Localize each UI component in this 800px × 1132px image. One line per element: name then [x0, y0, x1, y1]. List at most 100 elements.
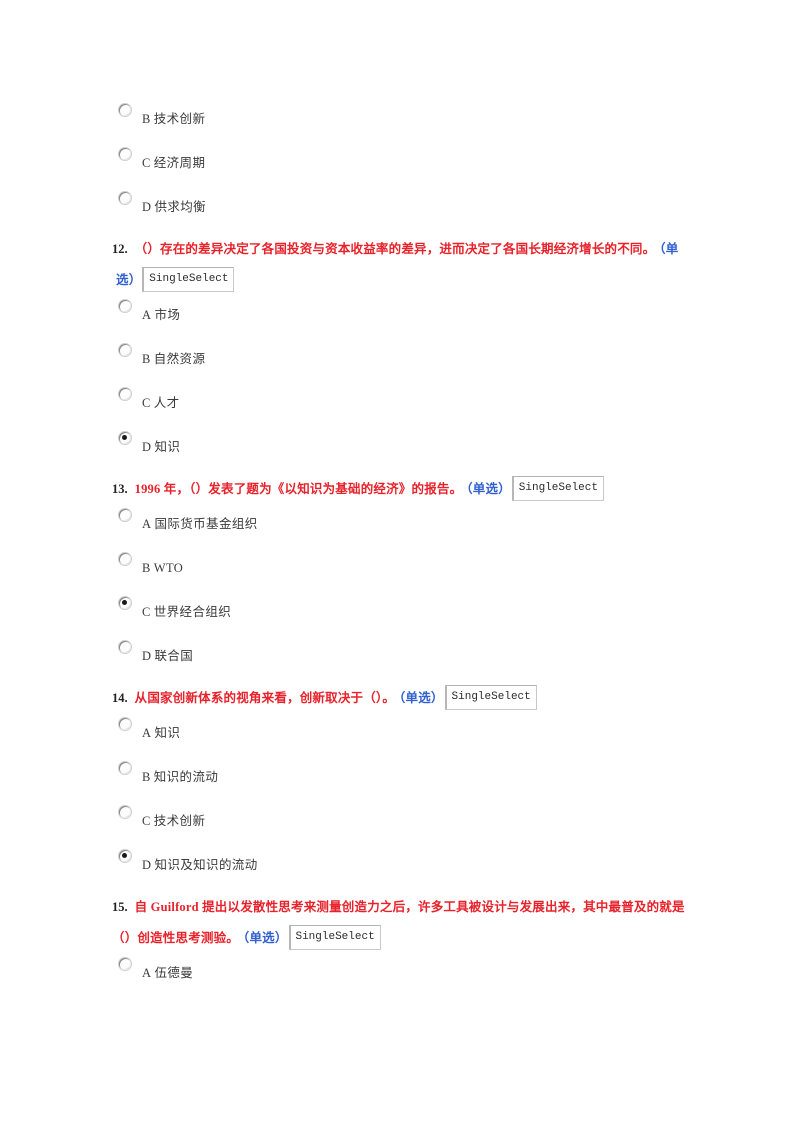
option-tag: A: [142, 308, 152, 322]
option-tag: A: [142, 966, 152, 980]
radio-icon[interactable]: [119, 388, 131, 400]
option-tag: D: [142, 649, 152, 663]
radio-icon[interactable]: [119, 344, 131, 356]
question-number: 14.: [112, 691, 128, 705]
option-text: 联合国: [154, 649, 194, 663]
single-select-control[interactable]: SingleSelect: [444, 684, 537, 710]
option-label: D 知识及知识的流动: [142, 859, 258, 872]
radio-icon[interactable]: [119, 806, 131, 818]
option-tag: A: [142, 726, 152, 740]
question-text: （）存在的差异决定了各国投资与资本收益率的差异，进而决定了各国长期经济增长的不同…: [134, 242, 656, 256]
option-label: A 国际货币基金组织: [142, 518, 258, 531]
question-type-label: 选）: [116, 273, 142, 287]
option-tag: B: [142, 561, 151, 575]
radio-icon[interactable]: [119, 192, 131, 204]
question-number: 15.: [112, 900, 128, 914]
option-label: D 供求均衡: [142, 201, 206, 214]
option-row[interactable]: D 知识: [112, 428, 692, 472]
option-group-q13: A 国际货币基金组织 B WTO C 世界经合组织 D 联合国: [112, 505, 692, 681]
quiz-page: B 技术创新 C 经济周期 D 供求均衡 12. （）存在的差异决定了各国投资与资本收益…: [0, 0, 800, 1132]
radio-icon[interactable]: [119, 958, 131, 970]
question-type-label: （单选）: [466, 482, 511, 496]
radio-icon-selected[interactable]: [119, 432, 131, 444]
single-select-control[interactable]: SingleSelect: [142, 266, 235, 292]
question-stem: 15. 自 Guilford 提出以发散性思考来测量创造力之后，许多工具被设计与发…: [112, 892, 692, 923]
option-tag: D: [142, 440, 152, 454]
option-row[interactable]: C 技术创新: [112, 802, 692, 846]
option-text: 技术创新: [153, 814, 206, 828]
radio-icon-selected[interactable]: [119, 597, 131, 609]
option-label: D 知识: [142, 441, 180, 454]
question-text: 从国家创新体系的视角来看，创新取决于（）。: [134, 691, 396, 705]
question-stem: 14. 从国家创新体系的视角来看，创新取决于（）。 （单选） SingleSelect: [112, 683, 692, 714]
radio-icon[interactable]: [119, 718, 131, 730]
option-text: 伍德曼: [154, 966, 194, 980]
option-row[interactable]: A 国际货币基金组织: [112, 505, 692, 549]
question-type-label: （单: [659, 242, 679, 256]
option-label: C 人才: [142, 397, 180, 410]
option-tag: A: [142, 517, 152, 531]
option-tag: B: [142, 112, 151, 126]
option-label: A 知识: [142, 727, 180, 740]
option-row[interactable]: D 联合国: [112, 637, 692, 681]
option-label: C 技术创新: [142, 815, 205, 828]
question-stem: 13. 1996 年，（）发表了题为《以知识为基础的经济》的报告。 （单选） Sing…: [112, 474, 692, 505]
option-row[interactable]: B 知识的流动: [112, 758, 692, 802]
option-group-q12: A 市场 B 自然资源 C 人才 D 知识: [112, 296, 692, 472]
option-text: 经济周期: [153, 156, 206, 170]
option-group-q14: A 知识 B 知识的流动 C 技术创新 D 知识及知识的流动: [112, 714, 692, 890]
option-tag: B: [142, 770, 151, 784]
option-row[interactable]: A 伍德曼: [112, 954, 692, 998]
option-tag: D: [142, 858, 152, 872]
option-text: 技术创新: [153, 112, 206, 126]
question-text: 自 Guilford 提出以发散性思考来测量创造力之后，许多工具被设计与发展出来…: [134, 900, 685, 914]
radio-icon[interactable]: [119, 300, 131, 312]
option-group-q11: B 技术创新 C 经济周期 D 供求均衡: [112, 100, 692, 232]
question-text: 1996 年，（）发表了题为《以知识为基础的经济》的报告。: [134, 482, 463, 496]
question-type-label: （单选）: [399, 691, 444, 705]
option-tag: C: [142, 396, 151, 410]
option-row[interactable]: C 人才: [112, 384, 692, 428]
radio-icon[interactable]: [119, 553, 131, 565]
option-label: A 市场: [142, 309, 180, 322]
option-tag: D: [142, 200, 152, 214]
question-number: 12.: [112, 242, 128, 256]
option-tag: C: [142, 814, 151, 828]
single-select-control[interactable]: SingleSelect: [511, 475, 604, 501]
question-number: 13.: [112, 482, 128, 496]
radio-icon[interactable]: [119, 509, 131, 521]
option-label: B WTO: [142, 562, 183, 575]
option-text: 自然资源: [153, 352, 206, 366]
option-row[interactable]: C 经济周期: [112, 144, 692, 188]
radio-icon-selected[interactable]: [119, 850, 131, 862]
option-row[interactable]: A 知识: [112, 714, 692, 758]
option-text: 世界经合组织: [153, 605, 232, 619]
option-row[interactable]: D 供求均衡: [112, 188, 692, 232]
option-row[interactable]: B 技术创新: [112, 100, 692, 144]
option-text: 知识: [154, 440, 181, 454]
option-text: 知识的流动: [153, 770, 219, 784]
option-label: B 自然资源: [142, 353, 205, 366]
question-block: 13. 1996 年，（）发表了题为《以知识为基础的经济》的报告。 （单选） Sing…: [112, 474, 692, 505]
option-row[interactable]: B WTO: [112, 549, 692, 593]
question-block: 14. 从国家创新体系的视角来看，创新取决于（）。 （单选） SingleSelect: [112, 683, 692, 714]
radio-icon[interactable]: [119, 641, 131, 653]
question-stem-continuation: 选） SingleSelect: [112, 265, 692, 296]
single-select-control[interactable]: SingleSelect: [288, 924, 381, 950]
option-text: 市场: [154, 308, 181, 322]
option-tag: B: [142, 352, 151, 366]
option-row[interactable]: D 知识及知识的流动: [112, 846, 692, 890]
radio-icon[interactable]: [119, 762, 131, 774]
option-row[interactable]: A 市场: [112, 296, 692, 340]
question-stem-continuation: （）创造性思考测验。 （单选） SingleSelect: [112, 923, 692, 954]
option-text: 供求均衡: [154, 200, 207, 214]
option-text: 知识: [154, 726, 181, 740]
option-tag: C: [142, 605, 151, 619]
radio-icon[interactable]: [119, 104, 131, 116]
option-label: B 知识的流动: [142, 771, 218, 784]
option-label: B 技术创新: [142, 113, 205, 126]
radio-icon[interactable]: [119, 148, 131, 160]
option-row[interactable]: B 自然资源: [112, 340, 692, 384]
question-block: 12. （）存在的差异决定了各国投资与资本收益率的差异，进而决定了各国长期经济增长…: [112, 234, 692, 296]
option-row[interactable]: C 世界经合组织: [112, 593, 692, 637]
